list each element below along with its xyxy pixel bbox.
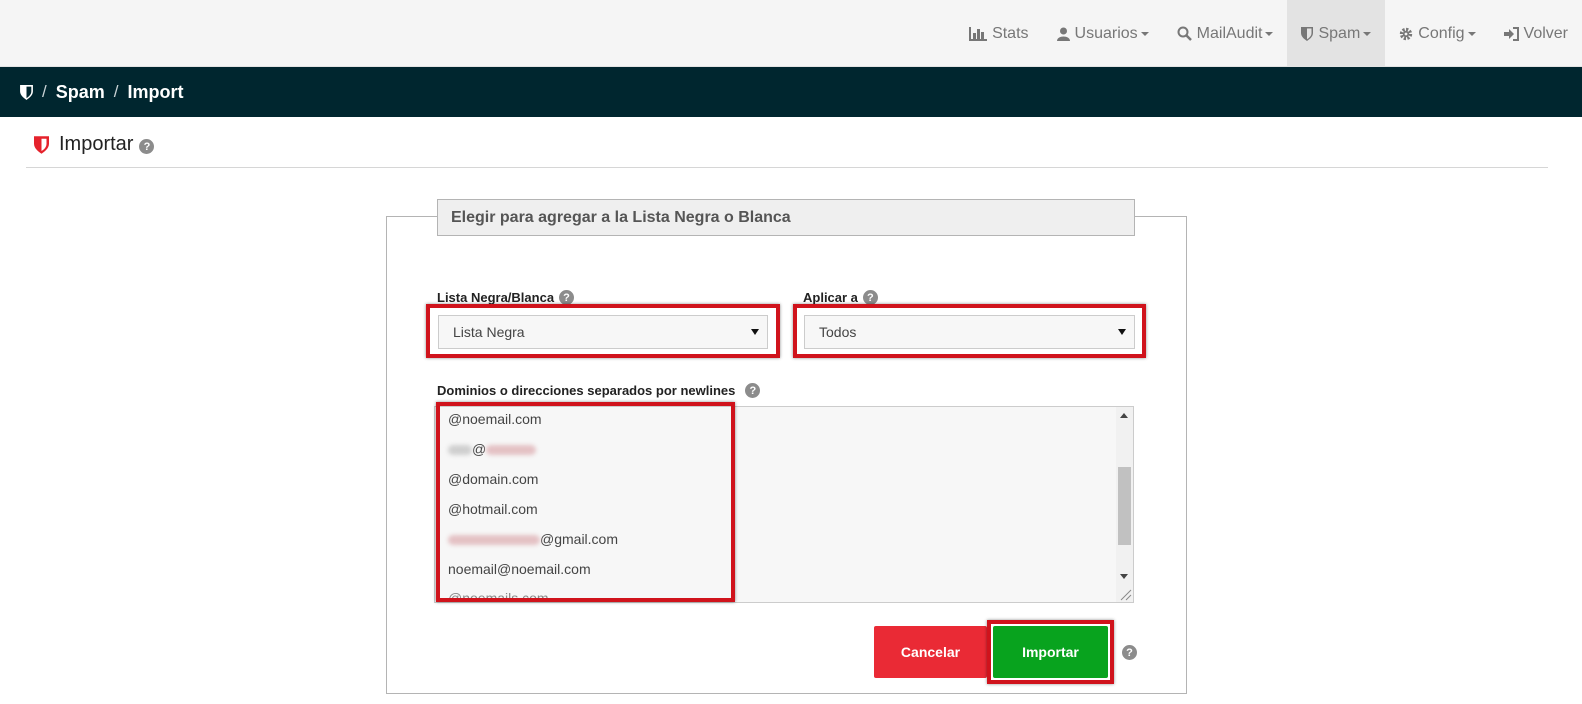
- page-title-text: Importar: [59, 133, 134, 155]
- highlight-box: [426, 304, 780, 358]
- nav-label-stats: Stats: [992, 24, 1029, 42]
- fieldset-legend: Elegir para agregar a la Lista Negra o B…: [437, 199, 1135, 236]
- chevron-down-icon: [1265, 31, 1274, 36]
- scroll-down-icon[interactable]: [1120, 574, 1128, 579]
- search-icon: [1177, 26, 1192, 41]
- nav-item-mailaudit[interactable]: MailAudit: [1163, 0, 1288, 67]
- nav-label-mailaudit: MailAudit: [1196, 24, 1263, 42]
- help-icon[interactable]: ?: [559, 290, 575, 305]
- breadcrumb-separator: /: [42, 82, 47, 101]
- highlight-box: [436, 402, 735, 602]
- help-icon[interactable]: ?: [1122, 645, 1137, 660]
- nav-label-config: Config: [1418, 24, 1465, 42]
- highlight-box: [793, 304, 1146, 358]
- nav-menu: Stats Usuarios MailAudit Spam Config Vol…: [955, 0, 1582, 67]
- page-title: Importar ?: [34, 133, 155, 156]
- breadcrumb-separator: /: [113, 82, 119, 101]
- user-icon: [1056, 27, 1070, 41]
- nav-item-spam[interactable]: Spam: [1287, 0, 1386, 67]
- textarea-scrollbar[interactable]: [1116, 407, 1133, 602]
- shield-icon: [34, 135, 49, 154]
- chevron-down-icon: [1467, 31, 1476, 36]
- nav-item-usuarios[interactable]: Usuarios: [1043, 0, 1163, 67]
- breadcrumb-item-spam[interactable]: Spam: [56, 82, 105, 103]
- nav-label-spam: Spam: [1318, 24, 1361, 42]
- list-type-label: Lista Negra/Blanca ?: [437, 290, 575, 305]
- title-divider: [26, 167, 1548, 168]
- highlight-box: [987, 620, 1114, 684]
- nav-item-stats[interactable]: Stats: [955, 0, 1042, 67]
- nav-label-volver: Volver: [1523, 24, 1568, 42]
- chevron-down-icon: [1363, 31, 1372, 36]
- domains-label-text: Dominios o direcciones separados por new…: [437, 383, 736, 398]
- scroll-thumb[interactable]: [1118, 467, 1131, 545]
- shield-icon: [1301, 26, 1314, 41]
- breadcrumb-item-import: Import: [127, 81, 184, 102]
- apply-to-label-text: Aplicar a: [803, 290, 858, 305]
- top-navbar: Stats Usuarios MailAudit Spam Config Vol…: [0, 0, 1582, 67]
- nav-item-volver[interactable]: Volver: [1490, 0, 1582, 67]
- scroll-up-icon[interactable]: [1120, 413, 1128, 418]
- resize-handle-icon[interactable]: [1118, 587, 1132, 601]
- sign-in-icon: [1503, 26, 1519, 41]
- domains-label: Dominios o direcciones separados por new…: [437, 383, 761, 398]
- cancel-button[interactable]: Cancelar: [874, 626, 987, 678]
- shield-icon[interactable]: [20, 84, 33, 100]
- help-icon[interactable]: ?: [139, 139, 155, 154]
- bar-chart-icon: [969, 26, 988, 41]
- chevron-down-icon: [1140, 31, 1149, 36]
- help-icon[interactable]: ?: [745, 383, 761, 398]
- nav-item-config[interactable]: Config: [1385, 0, 1489, 67]
- list-type-label-text: Lista Negra/Blanca: [437, 290, 555, 305]
- gear-icon: [1400, 27, 1413, 40]
- help-icon[interactable]: ?: [862, 290, 878, 305]
- nav-label-usuarios: Usuarios: [1074, 24, 1138, 42]
- breadcrumb: / Spam / Import: [0, 67, 1582, 117]
- apply-to-label: Aplicar a ?: [803, 290, 878, 305]
